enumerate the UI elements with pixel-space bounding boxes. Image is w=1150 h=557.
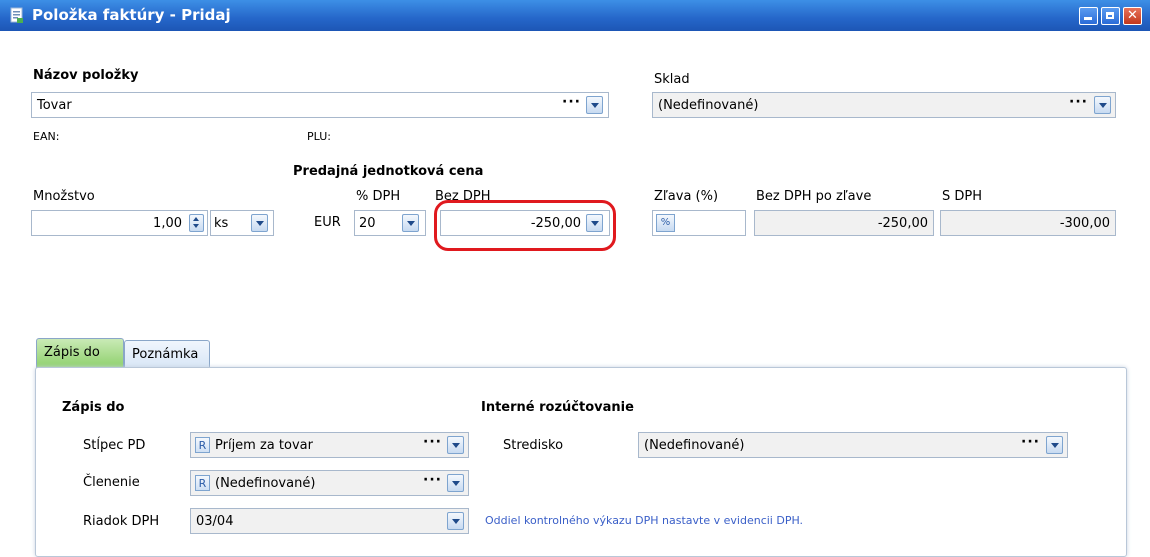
percent-icon[interactable]: % bbox=[656, 214, 675, 232]
chevron-down-icon[interactable] bbox=[1046, 436, 1063, 454]
center-label: Stredisko bbox=[503, 438, 564, 453]
item-name-field[interactable]: Tovar ··· bbox=[31, 92, 609, 118]
ellipsis-icon[interactable]: ··· bbox=[562, 94, 581, 110]
minimize-button[interactable] bbox=[1079, 7, 1098, 25]
vat-row-value: 03/04 bbox=[196, 514, 234, 529]
discount-input[interactable]: % bbox=[652, 210, 746, 236]
net-after-discount-label: Bez DPH po zľave bbox=[756, 189, 872, 204]
maximize-button[interactable] bbox=[1101, 7, 1120, 25]
currency-label: EUR bbox=[314, 215, 341, 230]
item-name-value: Tovar bbox=[37, 98, 72, 113]
tab-zapis-do[interactable]: Zápis do bbox=[36, 338, 124, 368]
quantity-stepper[interactable]: 1,00 bbox=[31, 210, 208, 236]
chevron-down-icon[interactable] bbox=[447, 474, 464, 492]
chevron-down-icon[interactable] bbox=[251, 214, 268, 232]
ellipsis-icon[interactable]: ··· bbox=[423, 434, 442, 450]
net-after-discount-field: -250,00 bbox=[754, 210, 934, 236]
center-select[interactable]: (Nedefinované) ··· bbox=[638, 432, 1068, 458]
ellipsis-icon[interactable]: ··· bbox=[1021, 434, 1040, 450]
close-button[interactable]: ✕ bbox=[1123, 7, 1142, 25]
entry-section-label: Zápis do bbox=[62, 400, 125, 415]
price-section-label: Predajná jednotková cena bbox=[293, 164, 484, 179]
discount-label: Zľava (%) bbox=[654, 189, 719, 204]
vat-row-label: Riadok DPH bbox=[83, 514, 160, 529]
chevron-down-icon[interactable] bbox=[402, 214, 419, 232]
unit-value: ks bbox=[214, 216, 229, 231]
chevron-down-icon[interactable] bbox=[447, 512, 464, 530]
r-badge-icon: R bbox=[195, 437, 210, 453]
chevron-down-icon[interactable] bbox=[1094, 96, 1111, 114]
highlight-annotation bbox=[434, 200, 616, 251]
gross-price-value: -300,00 bbox=[1059, 216, 1110, 231]
gross-price-field: -300,00 bbox=[940, 210, 1116, 236]
chevron-down-icon[interactable] bbox=[586, 96, 603, 114]
stock-field[interactable]: (Nedefinované) ··· bbox=[652, 92, 1116, 118]
stock-value: (Nedefinované) bbox=[658, 98, 759, 113]
breakdown-value: (Nedefinované) bbox=[215, 476, 316, 491]
r-badge-icon: R bbox=[195, 475, 210, 491]
chevron-down-icon[interactable] bbox=[447, 436, 464, 454]
close-icon: ✕ bbox=[1127, 8, 1138, 23]
tab-label: Zápis do bbox=[44, 345, 100, 360]
vat-pct-select[interactable]: 20 bbox=[354, 210, 426, 236]
item-name-label: Názov položky bbox=[33, 68, 139, 83]
ellipsis-icon[interactable]: ··· bbox=[423, 472, 442, 488]
breakdown-label: Členenie bbox=[83, 475, 140, 490]
column-select[interactable]: R Príjem za tovar ··· bbox=[190, 432, 469, 458]
gross-price-label: S DPH bbox=[942, 189, 983, 204]
breakdown-select[interactable]: R (Nedefinované) ··· bbox=[190, 470, 469, 496]
spin-icon[interactable] bbox=[189, 214, 204, 232]
document-icon bbox=[10, 7, 23, 23]
title-bar: Položka faktúry - Pridaj ✕ bbox=[0, 0, 1150, 31]
quantity-label: Množstvo bbox=[33, 189, 95, 204]
vat-pct-label: % DPH bbox=[356, 189, 401, 204]
center-value: (Nedefinované) bbox=[644, 438, 745, 453]
unit-select[interactable]: ks bbox=[210, 210, 274, 236]
column-label: Stĺpec PD bbox=[83, 438, 146, 453]
window-title: Položka faktúry - Pridaj bbox=[32, 6, 231, 24]
ellipsis-icon[interactable]: ··· bbox=[1069, 94, 1088, 110]
internal-section-label: Interné rozúčtovanie bbox=[481, 400, 634, 415]
vat-row-select[interactable]: 03/04 bbox=[190, 508, 469, 534]
net-after-discount-value: -250,00 bbox=[877, 216, 928, 231]
tab-poznamka[interactable]: Poznámka bbox=[124, 340, 210, 368]
vat-note-link[interactable]: Oddiel kontrolného výkazu DPH nastavte v… bbox=[485, 514, 803, 527]
ean-label: EAN: bbox=[33, 130, 60, 143]
column-value: Príjem za tovar bbox=[215, 438, 313, 453]
quantity-value: 1,00 bbox=[153, 216, 182, 231]
vat-pct-value: 20 bbox=[359, 216, 376, 231]
tab-label: Poznámka bbox=[132, 347, 199, 362]
stock-label: Sklad bbox=[654, 72, 690, 87]
plu-label: PLU: bbox=[307, 130, 331, 143]
